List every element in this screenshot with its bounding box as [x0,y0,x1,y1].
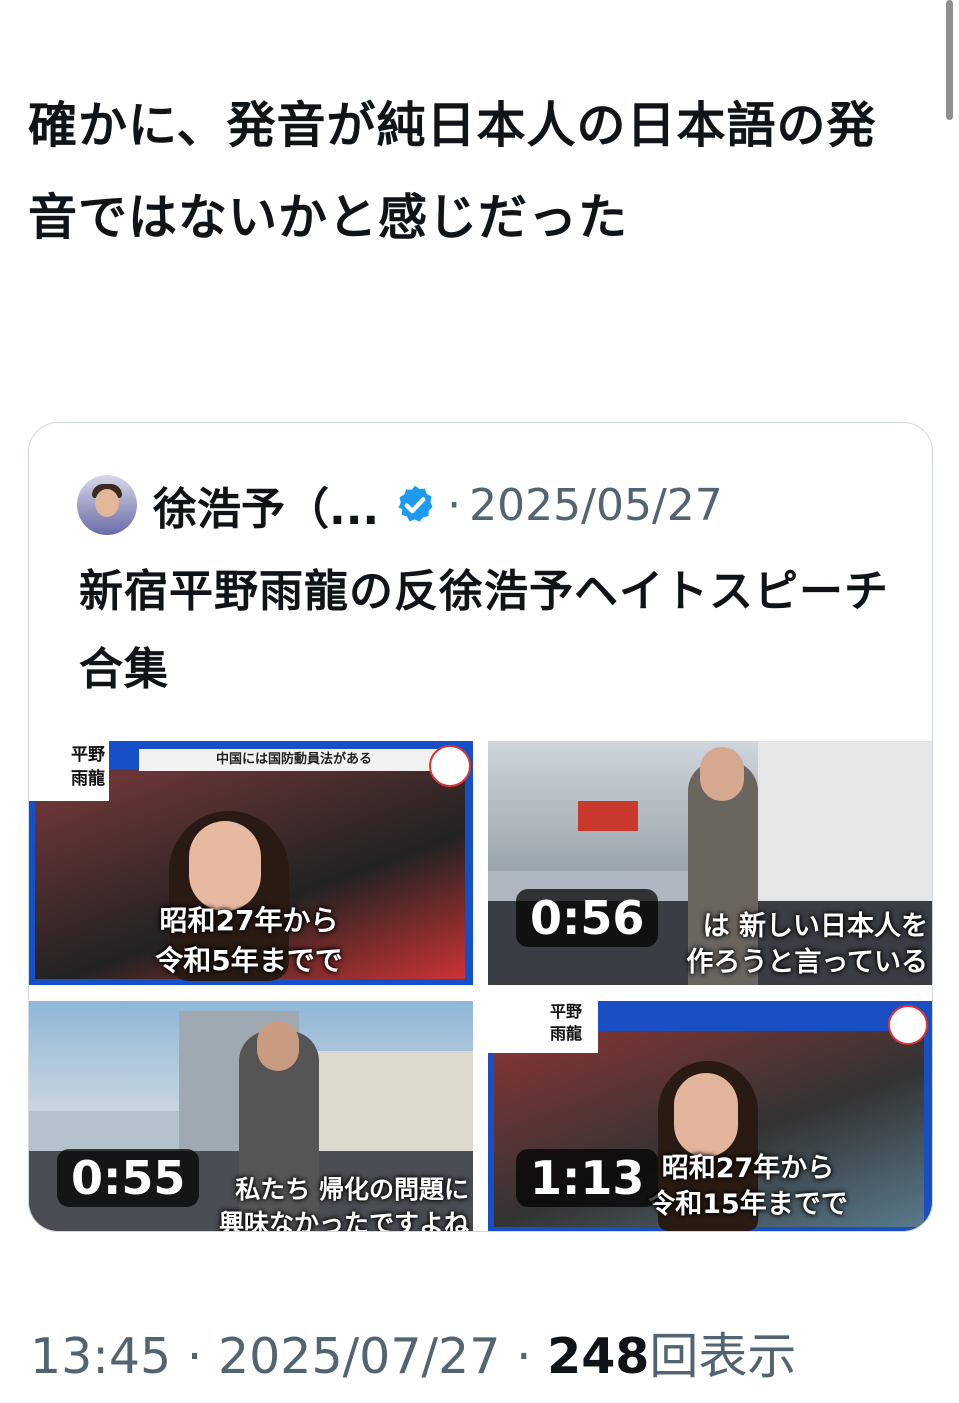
quoted-tweet-text: 新宿平野雨龍の反徐浩予ヘイトスピーチ合集 [79,566,889,695]
tweet-time[interactable]: 13:45 [30,1328,171,1385]
scrollbar[interactable] [946,0,953,120]
tweet-text: 確かに、発音が純日本人の日本語の発音ではないかと感じだった [28,97,877,246]
caption-line-2: 興味なかったですよね [218,1209,469,1231]
tweet-date[interactable]: 2025/07/27 [218,1328,500,1385]
video-duration: 0:55 [57,1149,200,1207]
caption-line-2: 作ろうと言っている [686,947,928,978]
video-duration: 0:56 [516,889,659,947]
name-tag: 平野 雨龍 [71,745,105,789]
separator-dot: · [186,1328,203,1385]
views-label: 回表示 [649,1328,797,1385]
separator-dot: · [515,1328,532,1385]
verified-badge-icon [398,485,433,522]
video-thumbnail-2[interactable]: は 新しい日本人を 作ろうと言っている 0:56 [488,741,932,985]
quoted-date[interactable]: 2025/05/27 [469,480,723,531]
quoted-author-name[interactable]: 徐浩予（... [153,473,379,537]
video-thumbnail-1[interactable]: 中国には国防動員法がある 平野 雨龍 昭和27年から 令和5年までで [29,741,473,985]
quoted-tweet-header: 徐浩予（... · 2025/05/27 [77,475,723,535]
quoted-tweet-card[interactable]: 徐浩予（... · 2025/05/27 新宿平野雨龍の反徐浩予ヘイトスピーチ合… [28,422,933,1232]
name-tag: 平野 雨龍 [550,1002,583,1043]
video-thumbnail-4[interactable]: 平野 雨龍 昭和27年から 令和15年までで 1:13 [488,1001,932,1231]
views-count: 248 [547,1328,650,1385]
separator-dot: · [447,479,462,531]
media-grid: 中国には国防動員法がある 平野 雨龍 昭和27年から 令和5年までで は 新しい… [29,741,932,1231]
video-duration: 1:13 [516,1149,659,1207]
video-thumbnail-3[interactable]: 私たち 帰化の問題に 興味なかったですよね 0:55 [29,1001,473,1231]
caption-line-1: 昭和27年から [159,904,339,937]
avatar[interactable] [77,475,137,535]
banner-text: 中国には国防動員法がある [139,749,449,771]
caption-line-2: 令和5年までで [155,944,343,977]
tweet-footer: 13:45 · 2025/07/27 · 248回表示 [30,1317,796,1388]
